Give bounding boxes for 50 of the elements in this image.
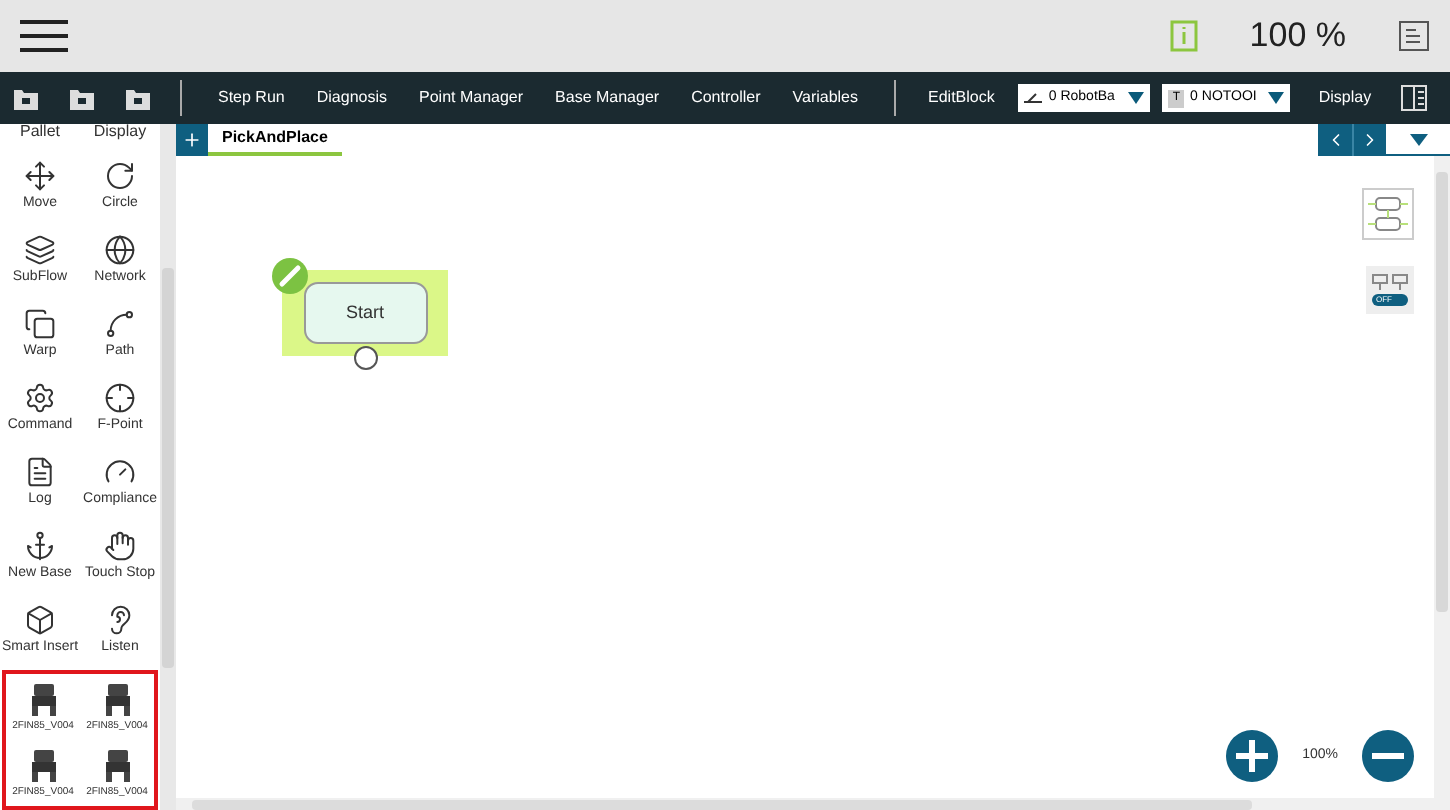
toolbar-button[interactable]: Variables — [776, 86, 875, 110]
tool-icon — [24, 382, 56, 414]
folder-icon[interactable] — [124, 84, 152, 112]
caret-icon — [1409, 133, 1427, 145]
folder-icon[interactable] — [12, 84, 40, 112]
canvas-horizontal-scrollbar[interactable] — [176, 798, 1450, 810]
tool-icon — [104, 530, 136, 562]
edit-block-button[interactable]: EditBlock — [916, 86, 1007, 110]
tool-icon — [24, 234, 56, 266]
toolbar-button[interactable]: Controller — [675, 86, 777, 110]
caret-icon — [1128, 92, 1145, 104]
scroll-thumb[interactable] — [162, 267, 174, 667]
tool-icon — [24, 604, 56, 636]
layout-icon[interactable] — [1362, 188, 1414, 240]
palette-item[interactable]: Display — [80, 124, 160, 148]
plus-icon — [182, 130, 202, 150]
palette-item[interactable]: Pallet — [0, 124, 80, 148]
zoom-in-icon[interactable] — [1226, 730, 1279, 782]
tool-icon — [104, 234, 136, 266]
tool-icon — [24, 160, 56, 192]
output-port[interactable] — [354, 346, 378, 370]
tool-icon — [24, 308, 56, 340]
tool-icon — [104, 382, 136, 414]
folder-icon[interactable] — [68, 84, 96, 112]
menu-icon[interactable] — [20, 18, 68, 54]
next-button[interactable] — [1352, 124, 1386, 156]
tool-icon — [104, 308, 136, 340]
tool-icon — [104, 160, 136, 192]
base-icon — [1024, 92, 1043, 104]
toolbar-button[interactable]: Diagnosis — [300, 86, 403, 110]
tool-icon — [24, 530, 56, 562]
zoom-percentage: 100 % — [1249, 14, 1346, 59]
display-button[interactable]: Display — [1310, 86, 1380, 110]
start-node[interactable]: Start — [303, 282, 427, 344]
scroll-thumb[interactable] — [192, 799, 1252, 809]
scroll-thumb[interactable] — [1436, 172, 1448, 612]
add-tab-button[interactable] — [176, 124, 208, 156]
toolbar-button[interactable]: Point Manager — [403, 86, 540, 110]
zoom-out-icon[interactable] — [1362, 730, 1414, 782]
linked-blocks-icon — [1372, 274, 1408, 290]
caret-icon — [1268, 92, 1285, 104]
flow-tab[interactable]: PickAndPlace — [208, 124, 342, 156]
palette-scrollbar[interactable] — [160, 124, 176, 810]
tool-icon — [104, 456, 136, 488]
toolbar-button[interactable]: Step Run — [202, 86, 301, 110]
tool-icon — [24, 456, 56, 488]
canvas-vertical-scrollbar[interactable] — [1434, 156, 1450, 798]
document-icon[interactable] — [1398, 20, 1430, 52]
toolbar-button[interactable]: Base Manager — [539, 86, 676, 110]
panel-icon[interactable] — [1399, 84, 1428, 112]
